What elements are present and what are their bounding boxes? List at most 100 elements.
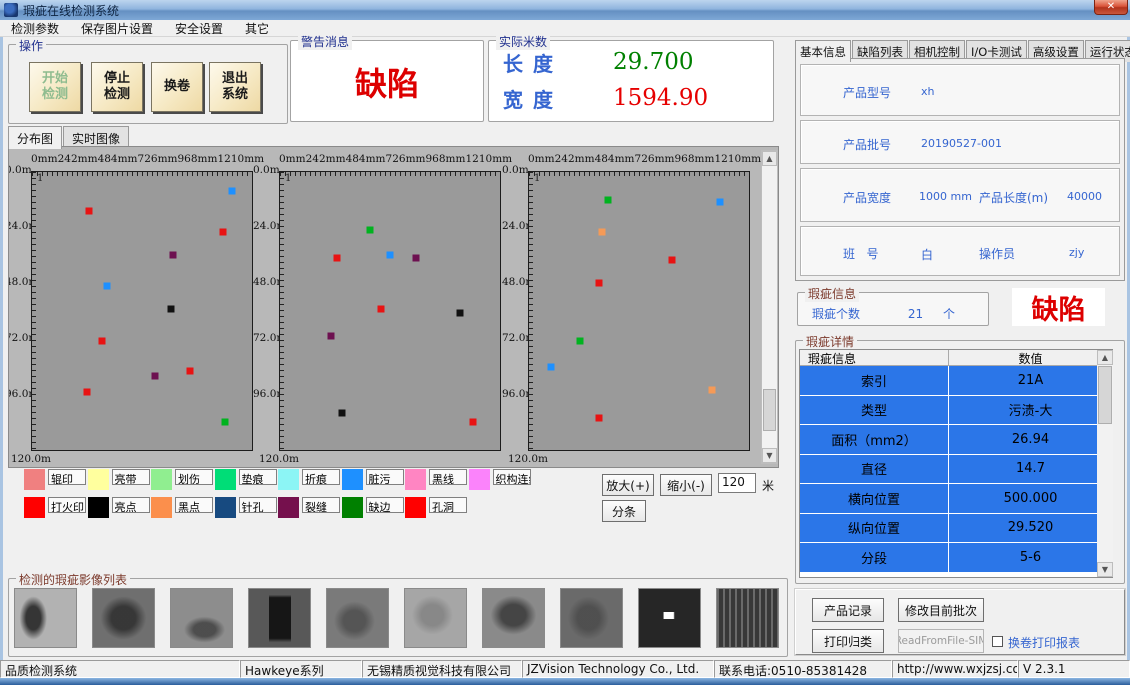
menu-item-3[interactable]: 安全设置 — [164, 20, 234, 37]
defect-marker-裂缝[interactable] — [152, 372, 159, 379]
modify-batch-button[interactable]: 修改目前批次 — [898, 598, 984, 622]
table-scrollbar-thumb[interactable] — [1098, 366, 1112, 424]
defect-marker-亮点[interactable] — [457, 310, 464, 317]
legend-label: 孔洞 — [429, 497, 467, 513]
product-record-button[interactable]: 产品记录 — [812, 598, 884, 622]
table-row[interactable]: 直径14.7 — [800, 455, 1112, 485]
defect-thumbnail-7[interactable] — [482, 588, 545, 648]
table-scroll-up-icon[interactable]: ▲ — [1097, 350, 1113, 365]
op-button-1[interactable]: 开始 检测 — [29, 62, 81, 112]
y-axis-label: 96.0m — [253, 388, 279, 400]
defect-marker-脏污[interactable] — [103, 282, 110, 289]
defect-marker-打火印[interactable] — [470, 419, 477, 426]
defect-marker-亮点[interactable] — [338, 409, 345, 416]
y-axis-label: 72.0m — [253, 332, 279, 344]
scatter-plot-2[interactable]: 1 — [279, 171, 501, 451]
defect-marker-打火印[interactable] — [86, 208, 93, 215]
table-scrollbar[interactable]: ▲ ▼ — [1097, 350, 1113, 577]
legend-label: 折痕 — [302, 469, 340, 485]
defect-marker-缺边[interactable] — [367, 226, 374, 233]
defect-marker-裂缝[interactable] — [413, 254, 420, 261]
split-strip-button[interactable]: 分条 — [602, 500, 646, 522]
basic-info-panel: 产品型号 xh 产品批号 20190527-001 产品宽度 1000 mm 产… — [795, 58, 1125, 281]
menu-item-2[interactable]: 保存图片设置 — [70, 20, 164, 37]
legend-swatch-icon — [151, 469, 172, 490]
right-tab-1[interactable]: 基本信息 — [795, 40, 851, 62]
zoom-out-button[interactable]: 缩小(-) — [660, 474, 712, 496]
defect-thumbnail-8[interactable] — [560, 588, 623, 648]
defect-marker-缺边[interactable] — [576, 338, 583, 345]
defect-thumbnail-1[interactable] — [14, 588, 77, 648]
defect-thumbnail-3[interactable] — [170, 588, 233, 648]
defect-marker-裂缝[interactable] — [327, 333, 334, 340]
table-row[interactable]: 分段5-6 — [800, 543, 1112, 573]
defect-marker-脏污[interactable] — [717, 199, 724, 206]
table-scroll-down-icon[interactable]: ▼ — [1097, 562, 1113, 577]
table-row[interactable]: 纵向位置29.520 — [800, 514, 1112, 544]
defect-marker-打火印[interactable] — [187, 368, 194, 375]
operation-group-label: 操作 — [16, 37, 46, 54]
legend-label: 裂缝 — [302, 497, 340, 513]
print-sort-button[interactable]: 打印归类 — [812, 629, 884, 653]
legend-label: 打火印 — [48, 497, 86, 513]
legend-label: 黑线 — [429, 469, 467, 485]
menu-item-4[interactable]: 其它 — [234, 20, 280, 37]
plots-vertical-scrollbar[interactable]: ▲ ▼ — [761, 150, 778, 464]
defect-marker-黑点[interactable] — [598, 229, 605, 236]
op-button-4[interactable]: 退出 系统 — [209, 62, 261, 112]
view-tab-1[interactable]: 分布图 — [8, 126, 62, 149]
defect-marker-裂缝[interactable] — [169, 252, 176, 259]
defect-marker-脏污[interactable] — [387, 252, 394, 259]
scatter-plot-1[interactable]: 1 — [31, 171, 253, 451]
legend-label: 亮点 — [112, 497, 150, 513]
defect-marker-打火印[interactable] — [334, 254, 341, 261]
defect-marker-亮点[interactable] — [167, 305, 174, 312]
defect-marker-打火印[interactable] — [668, 257, 675, 264]
warning-message: 缺陷 — [291, 59, 483, 105]
defect-marker-脏污[interactable] — [548, 363, 555, 370]
operator-value: zjy — [1069, 246, 1084, 259]
close-button[interactable]: ✕ — [1094, 0, 1128, 15]
reprint-on-roll-change-checkbox[interactable] — [992, 636, 1003, 647]
defect-marker-打火印[interactable] — [99, 338, 106, 345]
length-value: 29.700 — [613, 49, 693, 75]
table-row[interactable]: 类型污渍-大 — [800, 396, 1112, 426]
flaw-count-unit: 个 — [927, 307, 955, 321]
table-row[interactable]: 横向位置500.000 — [800, 484, 1112, 514]
reprint-on-roll-change-label[interactable]: 换卷打印报表 — [1008, 634, 1080, 651]
defect-marker-黑点[interactable] — [708, 386, 715, 393]
table-header: 瑕疵信息数值 — [800, 350, 1112, 366]
defect-marker-打火印[interactable] — [378, 305, 385, 312]
defect-marker-打火印[interactable] — [220, 229, 227, 236]
scrollbar-thumb[interactable] — [763, 389, 776, 431]
table-row[interactable]: 面积（mm2）26.94 — [800, 425, 1112, 455]
flaw-count-row: 瑕疵个数 21 个 — [812, 305, 955, 322]
defect-thumbnail-6[interactable] — [404, 588, 467, 648]
defect-thumbnail-10[interactable] — [716, 588, 779, 648]
scatter-plot-3[interactable]: 1 — [528, 171, 750, 451]
defect-marker-缺边[interactable] — [222, 419, 229, 426]
meters-per-view-input[interactable]: 120 — [718, 473, 756, 493]
table-row[interactable]: 索引21A — [800, 366, 1112, 396]
defect-thumbnail-9[interactable] — [638, 588, 701, 648]
scroll-up-icon[interactable]: ▲ — [762, 151, 777, 166]
legend-item: 划伤 — [151, 469, 215, 490]
scroll-down-icon[interactable]: ▼ — [762, 448, 777, 463]
defect-marker-打火印[interactable] — [83, 389, 90, 396]
defect-marker-缺边[interactable] — [605, 196, 612, 203]
zoom-in-button[interactable]: 放大(+) — [602, 474, 654, 496]
op-button-3[interactable]: 换卷 — [151, 62, 203, 112]
legend-label: 脏污 — [366, 469, 404, 485]
defect-marker-打火印[interactable] — [596, 414, 603, 421]
defect-legend: 辊印亮带划伤垫痕折痕脏污黑线织构连续打火印亮点黑点针孔裂缝缺边孔洞 — [24, 469, 532, 525]
defect-thumbnail-5[interactable] — [326, 588, 389, 648]
defect-thumbnail-2[interactable] — [92, 588, 155, 648]
defect-marker-脏污[interactable] — [229, 187, 236, 194]
app-icon — [4, 3, 18, 17]
menu-item-1[interactable]: 检测参数 — [0, 20, 70, 37]
defect-marker-打火印[interactable] — [596, 280, 603, 287]
y-axis-label: 96.0m — [502, 388, 528, 400]
defect-thumbnail-4[interactable] — [248, 588, 311, 648]
x-axis-labels: 0mm242mm484mm726mm968mm1210mm — [279, 153, 509, 165]
op-button-2[interactable]: 停止 检测 — [91, 62, 143, 112]
